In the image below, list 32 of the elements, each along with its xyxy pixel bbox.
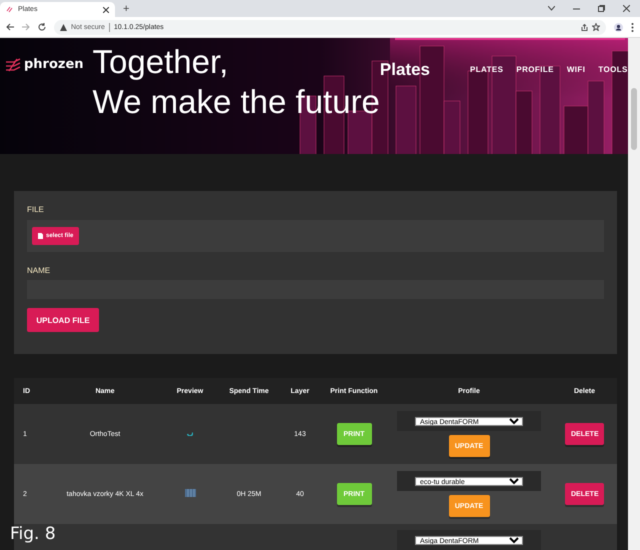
scrollbar[interactable] bbox=[628, 38, 640, 550]
menu-icon[interactable] bbox=[631, 22, 634, 32]
model-thumbnail-icon bbox=[187, 430, 193, 436]
new-tab-button[interactable]: + bbox=[123, 2, 130, 14]
tagline-text: Together, bbox=[92, 42, 230, 82]
model-thumbnail-icon bbox=[184, 489, 196, 497]
field-label: FILE bbox=[27, 205, 45, 214]
restore-icon[interactable] bbox=[598, 5, 605, 12]
back-icon[interactable] bbox=[6, 23, 14, 31]
chevron-icon[interactable] bbox=[548, 6, 555, 11]
star-icon[interactable] bbox=[592, 23, 600, 31]
minimize-icon[interactable] bbox=[573, 8, 580, 10]
page-title: Plates bbox=[380, 60, 430, 80]
field-label: NAME bbox=[27, 266, 52, 275]
nav-link[interactable]: TOOLS bbox=[598, 65, 628, 74]
reload-icon[interactable] bbox=[38, 23, 46, 31]
site-icon bbox=[6, 6, 13, 13]
close-icon[interactable] bbox=[623, 5, 630, 12]
tagline-text: We make the future bbox=[92, 82, 380, 122]
nav-link[interactable]: PLATES bbox=[470, 65, 504, 74]
profile-icon[interactable] bbox=[614, 22, 623, 32]
nav-link[interactable]: PROFILE bbox=[516, 65, 554, 74]
logo-text: phrozen bbox=[24, 57, 84, 72]
figure-label: Fig. 8 bbox=[10, 524, 56, 544]
share-icon[interactable] bbox=[581, 24, 588, 30]
warning-icon bbox=[60, 24, 67, 30]
forward-icon bbox=[22, 23, 30, 31]
nav-link[interactable]: WIFI bbox=[566, 65, 586, 74]
upload-button[interactable]: UPLOAD FILE bbox=[27, 308, 99, 332]
logo-icon bbox=[5, 58, 21, 72]
close-icon[interactable] bbox=[103, 6, 109, 12]
file-icon bbox=[38, 233, 43, 239]
